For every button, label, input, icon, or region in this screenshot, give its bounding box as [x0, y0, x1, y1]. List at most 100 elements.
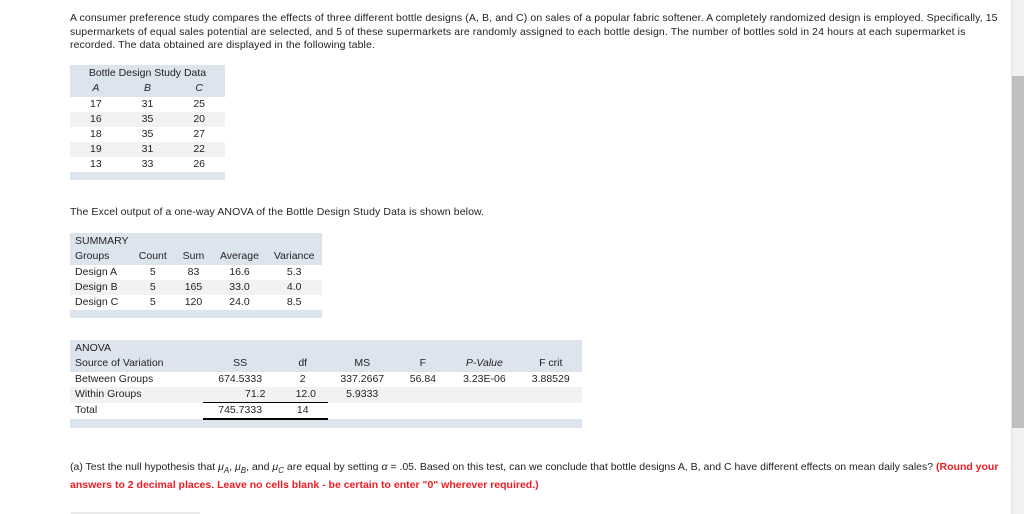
summary-col-sum: Sum	[174, 249, 213, 265]
anova-between-fcrit: 3.88529	[531, 373, 570, 385]
table-row: 13 33 26	[70, 157, 225, 172]
anova-between-f: 56.84	[409, 373, 437, 385]
anova-total-ss: 745.7333	[202, 402, 278, 420]
anova-within-df: 12.0	[277, 387, 329, 403]
summary-sum-a: 83	[187, 266, 200, 278]
summary-header-row: Groups Count Sum Average Variance	[70, 249, 322, 265]
study-col-c: C	[173, 80, 225, 97]
cell-c2: 20	[173, 111, 225, 127]
summary-var-a: 5.3	[286, 266, 302, 278]
summary-count-c: 5	[149, 296, 156, 308]
question-a-alpha-value: = .05. Based on this test, can we conclu…	[387, 461, 937, 473]
anova-section-title: ANOVA	[70, 340, 582, 356]
page-content: A consumer preference study compares the…	[0, 0, 1012, 514]
anova-between-ms: 337.2667	[340, 373, 385, 385]
study-col-a: A	[70, 80, 122, 97]
anova-within-ms: 5.9333	[328, 387, 397, 403]
summary-col-variance: Variance	[266, 249, 322, 265]
cell-c1: 25	[193, 97, 205, 110]
summary-group-c: Design C	[75, 296, 119, 308]
cell-a1: 17	[89, 97, 102, 110]
anova-col-ms: MS	[328, 356, 397, 372]
table-row: Total 745.7333 14	[70, 402, 582, 420]
cell-b3: 35	[141, 127, 154, 140]
summary-sum-c: 120	[184, 296, 203, 308]
summary-var-b: 4.0	[266, 280, 322, 295]
anova-total-pvalue	[449, 403, 519, 420]
anova-total-f	[396, 403, 449, 420]
cell-b1: 31	[141, 97, 154, 110]
summary-section-row: SUMMARY	[70, 233, 322, 249]
summary-sum-b: 165	[174, 280, 213, 295]
vertical-scrollbar-thumb[interactable]	[1012, 76, 1024, 428]
table-row: 16 35 20	[70, 111, 225, 127]
question-a-mid: are equal by setting	[283, 461, 382, 473]
anova-col-pvalue: P-Value	[449, 356, 520, 372]
cell-c5: 26	[193, 157, 205, 170]
anova-between-pvalue: 3.23E-06	[463, 373, 506, 385]
anova-between-label: Between Groups	[75, 373, 154, 385]
question-a-prefix: (a) Test the null hypothesis that	[70, 461, 219, 473]
study-table-title-row: Bottle Design Study Data	[70, 64, 225, 81]
summary-avg-b: 33.0	[212, 280, 267, 295]
summary-section-title: SUMMARY	[70, 233, 322, 249]
anova-within-fcrit	[519, 387, 582, 403]
summary-var-c: 8.5	[286, 296, 302, 308]
anova-col-ss: SS	[202, 356, 278, 372]
summary-avg-c: 24.0	[229, 296, 250, 308]
cell-b4: 31	[121, 141, 174, 157]
anova-total-fcrit	[519, 403, 582, 420]
summary-col-count: Count	[131, 249, 175, 265]
anova-total-ms	[328, 403, 396, 420]
anova-col-source: Source of Variation	[70, 356, 203, 372]
anova-col-f: F	[396, 356, 450, 372]
study-table-title: Bottle Design Study Data	[70, 64, 225, 81]
anova-col-fcrit: F crit	[519, 356, 582, 372]
table-row: Design C 5 120 24.0 8.5	[70, 295, 322, 310]
anova-between-ss: 674.5333	[218, 373, 263, 385]
anova-footer-band	[70, 419, 582, 428]
table-row: Design B 5 165 33.0 4.0	[70, 280, 322, 295]
study-table-header-row: A B C	[70, 80, 225, 97]
summary-group-a: Design A	[75, 266, 118, 278]
intro-paragraph: A consumer preference study compares the…	[70, 12, 998, 51]
summary-count-b: 5	[131, 280, 175, 295]
excel-output-note: The Excel output of a one-way ANOVA of t…	[70, 205, 485, 218]
anova-within-f	[396, 387, 450, 403]
summary-table: SUMMARY Groups Count Sum Average Varianc…	[70, 233, 322, 318]
study-table-footer-band	[70, 171, 225, 180]
anova-col-df: df	[277, 356, 329, 372]
cell-b5: 33	[141, 157, 154, 170]
anova-header-row: Source of Variation SS df MS F P-Value F…	[70, 356, 582, 372]
study-col-b: B	[121, 80, 174, 97]
summary-footer-band	[70, 310, 322, 318]
cell-c3: 27	[193, 127, 205, 140]
table-row: Between Groups 674.5333 2 337.2667 56.84…	[70, 372, 582, 387]
cell-a2: 16	[70, 111, 122, 127]
anova-table: ANOVA Source of Variation SS df MS F P-V…	[70, 340, 582, 428]
anova-total-label: Total	[75, 404, 98, 417]
summary-col-average: Average	[212, 249, 267, 265]
anova-within-pvalue	[449, 387, 520, 403]
anova-section-row: ANOVA	[70, 340, 582, 356]
table-row: 17 31 25	[70, 97, 225, 112]
cell-a5: 13	[89, 157, 102, 170]
content-column: A consumer preference study compares the…	[0, 0, 1012, 514]
anova-within-ss: 71.2	[202, 387, 278, 403]
table-row: 18 35 27	[70, 127, 225, 142]
anova-within-label: Within Groups	[70, 387, 203, 403]
question-a: (a) Test the null hypothesis that μA, μB…	[70, 460, 1004, 492]
cell-a3: 18	[89, 127, 102, 140]
summary-col-groups: Groups	[70, 249, 132, 265]
cell-c4: 22	[173, 141, 225, 157]
joiner-bc: , and	[246, 461, 273, 473]
bottle-design-study-table: Bottle Design Study Data A B C 17 31 25 …	[70, 64, 225, 180]
summary-avg-a: 16.6	[229, 266, 250, 278]
summary-group-b: Design B	[70, 280, 132, 295]
table-row: Within Groups 71.2 12.0 5.9333	[70, 387, 582, 403]
cell-b2: 35	[121, 111, 174, 127]
summary-count-a: 5	[149, 266, 156, 278]
vertical-scrollbar-track[interactable]	[1011, 0, 1024, 514]
table-row: Design A 5 83 16.6 5.3	[70, 265, 322, 280]
anova-total-df: 14	[277, 402, 329, 420]
